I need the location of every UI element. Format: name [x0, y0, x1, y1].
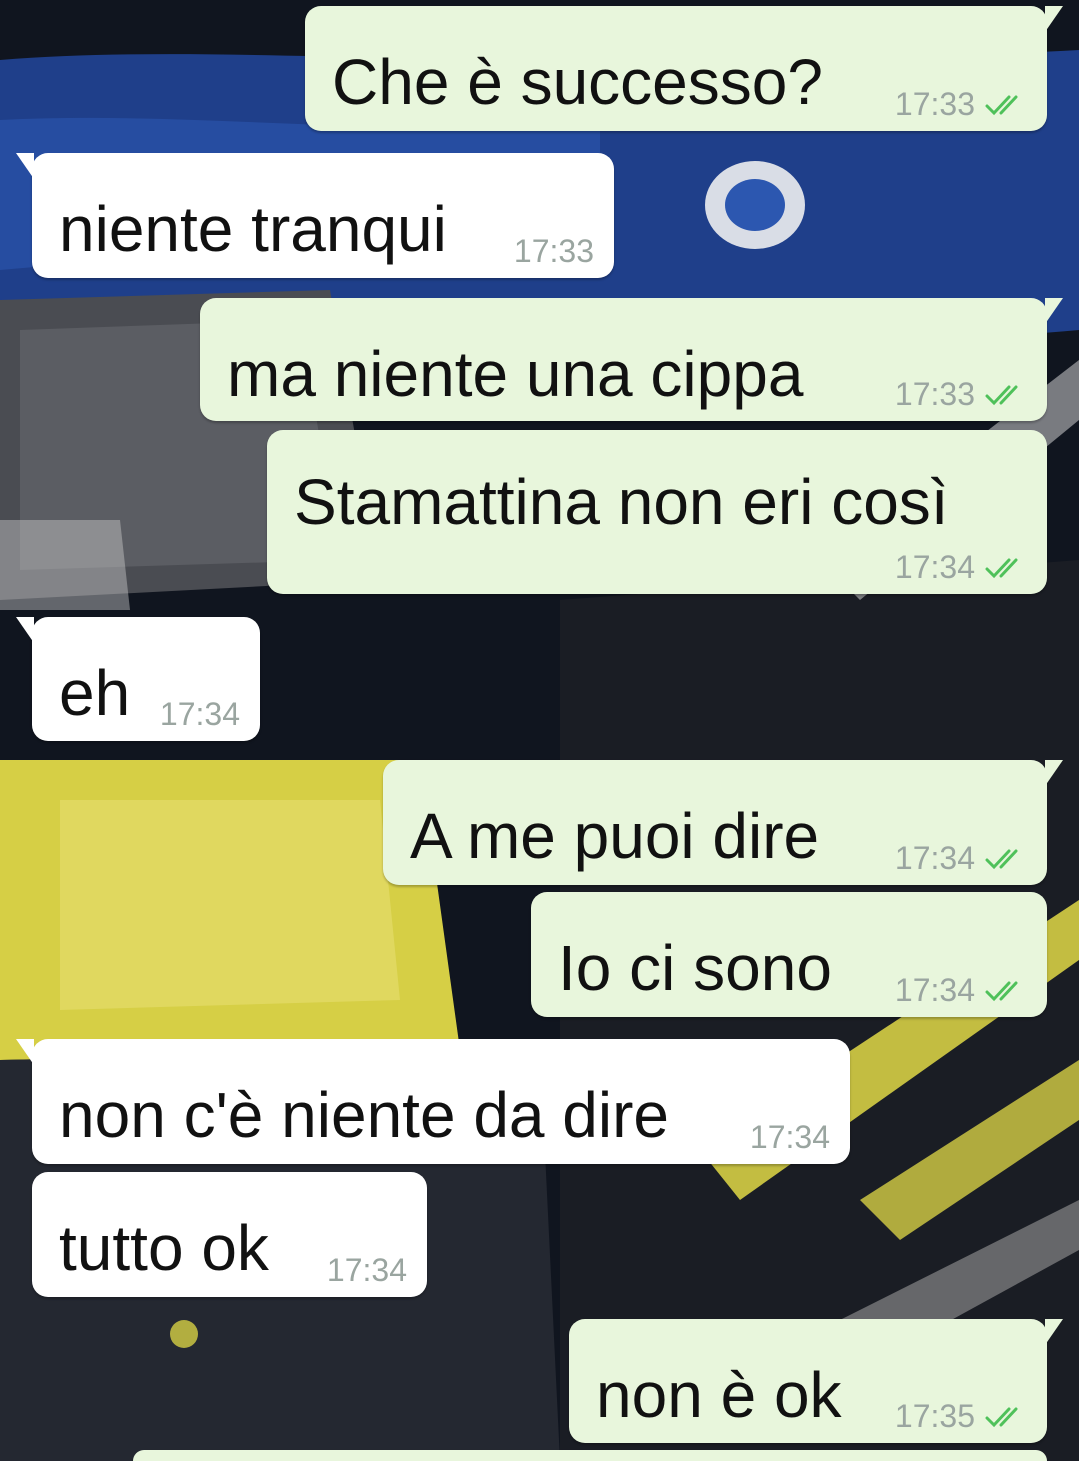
outgoing-message[interactable]: non è ok 17:35: [569, 1319, 1063, 1443]
message-text: Che è successo?: [332, 46, 823, 118]
message-text: A me puoi dire: [410, 800, 820, 872]
message-time: 17:34: [894, 549, 975, 585]
outgoing-message[interactable]: A me puoi dire 17:34: [383, 760, 1063, 885]
message-text: ma niente una cippa: [227, 338, 804, 410]
message-time: 17:34: [326, 1252, 407, 1288]
bubble-tail: [1045, 1319, 1063, 1345]
outgoing-message[interactable]: Stamattina non eri così 17:34: [267, 430, 1047, 594]
incoming-message[interactable]: eh 17:34: [16, 617, 260, 741]
double-check-icon: [985, 849, 1018, 869]
bubble-tail: [1045, 298, 1063, 324]
double-check-icon: [985, 1407, 1018, 1427]
message-meta: 17:34: [895, 972, 1027, 1009]
bubble-tail: [16, 153, 34, 179]
incoming-message[interactable]: non c'è niente da dire 17:34: [16, 1039, 850, 1164]
message-meta: 17:34: [160, 696, 240, 733]
message-time: 17:34: [894, 840, 975, 876]
message-text: eh: [59, 657, 131, 729]
message-text: Stamattina non eri così: [294, 466, 949, 538]
outgoing-message[interactable]: Io ci sono 17:34: [531, 892, 1047, 1017]
bubble-tail: [1045, 760, 1063, 786]
message-meta: 17:33: [895, 86, 1027, 123]
outgoing-message[interactable]: ma niente una cippa 17:33: [200, 298, 1063, 421]
message-time: 17:35: [894, 1398, 975, 1434]
incoming-message[interactable]: tutto ok 17:34: [32, 1172, 427, 1297]
message-time: 17:34: [894, 972, 975, 1008]
message-time: 17:33: [894, 376, 975, 412]
message-meta: 17:33: [514, 233, 594, 270]
double-check-icon: [985, 385, 1018, 405]
message-meta: 17:34: [327, 1252, 407, 1289]
double-check-icon: [985, 95, 1018, 115]
message-meta: 17:34: [895, 549, 1027, 586]
incoming-message[interactable]: niente tranqui 17:33: [16, 153, 614, 278]
double-check-icon: [985, 558, 1018, 578]
double-check-icon: [985, 981, 1018, 1001]
message-time: 17:33: [894, 86, 975, 122]
bubble-tail: [16, 617, 34, 643]
message-meta: 17:35: [895, 1398, 1027, 1435]
message-meta: 17:33: [895, 376, 1027, 413]
bubble-tail: [16, 1039, 34, 1065]
message-text: Io ci sono: [558, 932, 832, 1004]
message-time: 17:34: [159, 696, 240, 732]
outgoing-message[interactable]: Che è successo? 17:33: [305, 6, 1063, 131]
message-text: non è ok: [596, 1359, 842, 1431]
message-text: niente tranqui: [59, 193, 447, 265]
message-text: non c'è niente da dire: [59, 1079, 669, 1151]
message-text: tutto ok: [59, 1212, 269, 1284]
bubble-tail: [1045, 6, 1063, 32]
message-time: 17:34: [749, 1119, 830, 1155]
message-meta: 17:34: [895, 840, 1027, 877]
message-meta: 17:34: [750, 1119, 830, 1156]
message-time: 17:33: [513, 233, 594, 269]
outgoing-message-partial[interactable]: [133, 1450, 1047, 1461]
